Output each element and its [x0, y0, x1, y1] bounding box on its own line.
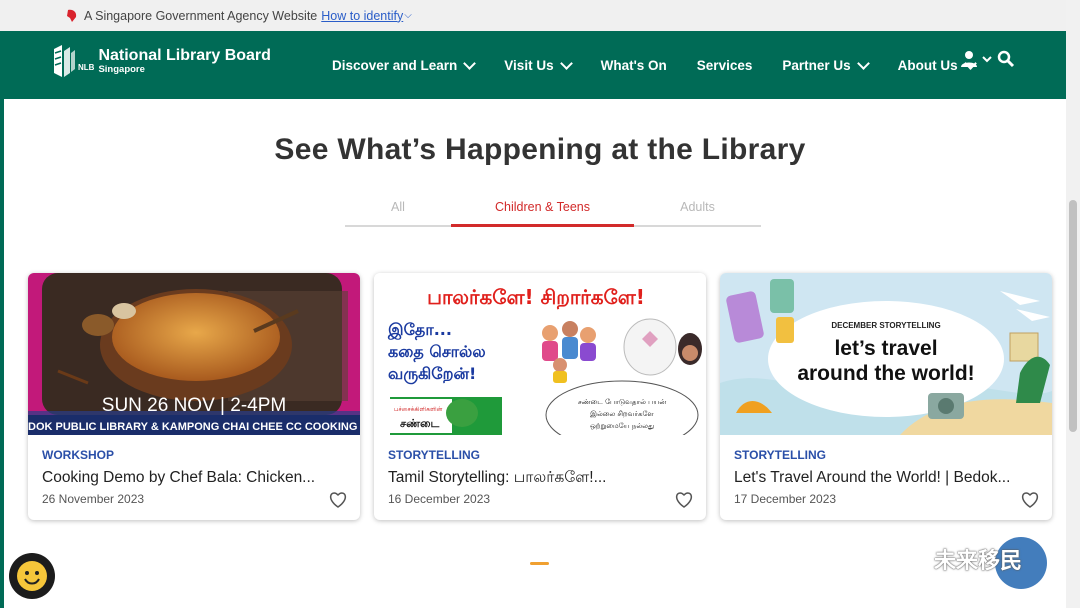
- smiley-icon: [17, 561, 47, 591]
- carousel-pager-dot[interactable]: [530, 562, 549, 565]
- image-line1: let’s travel: [834, 337, 937, 360]
- category-tabs: All Children & Teens Adults: [345, 194, 761, 227]
- nav-label: Discover and Learn: [332, 57, 458, 73]
- image-tag: DECEMBER STORYTELLING: [831, 321, 940, 330]
- heart-icon[interactable]: [675, 492, 693, 508]
- event-image[interactable]: DECEMBER STORYTELLING let’s travel aroun…: [720, 273, 1052, 435]
- wechat-icon: [889, 546, 926, 571]
- user-icon[interactable]: [960, 50, 978, 68]
- image-line3: வருகிறேன்!: [388, 364, 476, 384]
- chevron-down-icon: [856, 56, 870, 70]
- chat-assistant-button[interactable]: [9, 553, 55, 599]
- event-title[interactable]: Let's Travel Around the World! | Bedok..…: [734, 469, 1024, 487]
- gov-banner-text: A Singapore Government Agency Website: [84, 8, 318, 23]
- image-box-label: பச்சைக்கிளிகளின்: [394, 406, 443, 413]
- page-border: [0, 99, 4, 608]
- event-date: 26 November 2023: [42, 492, 145, 506]
- watermark-text: 未来移民: [934, 548, 1023, 573]
- event-title[interactable]: Tamil Storytelling: பாலர்களே!...: [388, 469, 678, 488]
- travel-storytelling-image: DECEMBER STORYTELLING let’s travel aroun…: [720, 273, 1052, 435]
- watermark: 未来移民: [888, 543, 1022, 575]
- event-card[interactable]: DECEMBER STORYTELLING let’s travel aroun…: [720, 273, 1052, 520]
- tab-children-teens[interactable]: Children & Teens: [451, 194, 634, 227]
- image-headline: பாலர்களே! சிறார்களே!: [427, 285, 645, 309]
- image-date-text: SUN 26 NOV | 2-4PM: [102, 395, 286, 416]
- image-line2: around the world!: [797, 362, 974, 385]
- image-oval-line1: சண்டை போடுவதால் பயன்: [578, 398, 666, 406]
- nav-label: What's On: [600, 57, 667, 73]
- nav-discover-and-learn[interactable]: Discover and Learn: [332, 56, 477, 73]
- tab-all[interactable]: All: [345, 194, 451, 225]
- nav-services[interactable]: Services: [697, 58, 753, 73]
- nav-whats-on[interactable]: What's On: [601, 58, 667, 73]
- image-banner-text: DOK PUBLIC LIBRARY & KAMPONG CHAI CHEE C…: [28, 421, 360, 433]
- event-category: STORYTELLING: [734, 448, 827, 462]
- scrollbar[interactable]: [1066, 0, 1080, 608]
- chevron-down-icon: [463, 56, 477, 70]
- scrollbar-thumb[interactable]: [1069, 200, 1077, 432]
- image-line1: இதோ...: [387, 320, 452, 340]
- nav-label: Services: [696, 57, 753, 73]
- chevron-down-icon[interactable]: ⌵: [404, 10, 412, 21]
- heart-icon[interactable]: [329, 492, 347, 508]
- nav-label: About Us: [897, 57, 958, 73]
- section-heading: See What’s Happening at the Library: [274, 133, 806, 166]
- tamil-storytelling-image: பாலர்களே! சிறார்களே! இதோ... கதை சொல்ல வர…: [374, 273, 706, 435]
- how-to-identify-link[interactable]: How to identify: [321, 9, 403, 23]
- lion-head-icon: [67, 9, 77, 22]
- tab-adults[interactable]: Adults: [634, 194, 761, 225]
- event-date: 16 December 2023: [388, 492, 491, 506]
- brand-sub: Singapore: [98, 64, 145, 75]
- event-card[interactable]: SUN 26 NOV | 2-4PM DOK PUBLIC LIBRARY & …: [28, 273, 360, 520]
- brand-name: National Library Board: [98, 47, 271, 64]
- event-category: STORYTELLING: [388, 448, 481, 462]
- event-image[interactable]: பாலர்களே! சிறார்களே! இதோ... கதை சொல்ல வர…: [374, 273, 706, 435]
- event-date: 17 December 2023: [734, 492, 837, 506]
- nav-partner-us[interactable]: Partner Us: [782, 56, 870, 73]
- heart-icon[interactable]: [1021, 492, 1039, 508]
- nav-label: Partner Us: [782, 57, 851, 73]
- search-icon[interactable]: [997, 50, 1015, 68]
- nav-menu: Discover and Learn Visit Us What's On Se…: [332, 31, 1005, 99]
- nav-visit-us[interactable]: Visit Us: [504, 56, 573, 73]
- nlb-logo-icon: [54, 45, 75, 77]
- chevron-down-icon[interactable]: [981, 54, 993, 64]
- chevron-down-icon: [559, 56, 573, 70]
- cooking-demo-image: SUN 26 NOV | 2-4PM DOK PUBLIC LIBRARY & …: [28, 273, 360, 435]
- nlb-abbr: NLB: [78, 62, 95, 72]
- nav-icons: [960, 50, 1015, 68]
- image-oval-line2: இல்லை சிறவர்களே: [590, 410, 654, 418]
- image-box-word: சண்டை: [400, 417, 439, 430]
- nav-label: Visit Us: [504, 57, 554, 73]
- image-line2: கதை சொல்ல: [388, 342, 486, 362]
- main-nav: NLB National Library Board Singapore Dis…: [0, 31, 1066, 99]
- image-oval-line3: ஒற்றுமையே நல்லது: [590, 422, 654, 430]
- nlb-logo[interactable]: NLB National Library Board Singapore: [52, 43, 271, 79]
- event-card[interactable]: பாலர்களே! சிறார்களே! இதோ... கதை சொல்ல வர…: [374, 273, 706, 520]
- event-image[interactable]: SUN 26 NOV | 2-4PM DOK PUBLIC LIBRARY & …: [28, 273, 360, 435]
- event-title[interactable]: Cooking Demo by Chef Bala: Chicken...: [42, 469, 332, 487]
- gov-banner: A Singapore Government Agency Website Ho…: [0, 0, 1080, 31]
- event-category: WORKSHOP: [42, 448, 114, 462]
